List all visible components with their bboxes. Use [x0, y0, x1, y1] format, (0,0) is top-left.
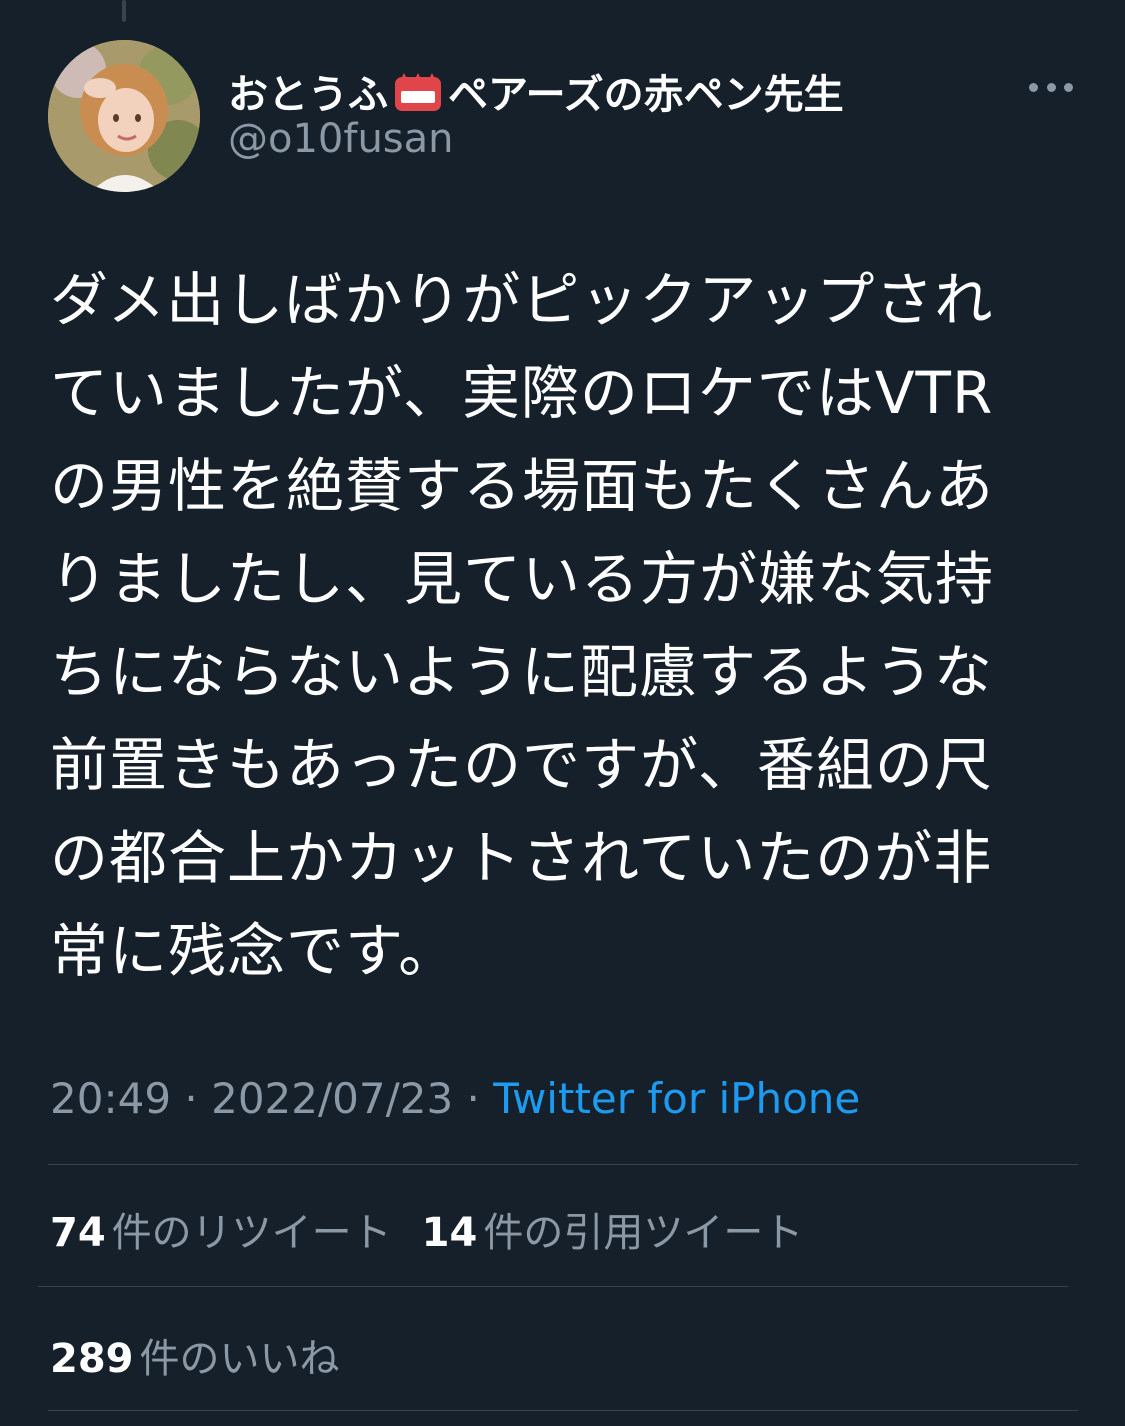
- tweet-text-line: ダメ出しばかりがピックアップされ: [50, 266, 994, 334]
- tweet-source-link[interactable]: Twitter for iPhone: [493, 1074, 860, 1123]
- tweet-text-line: 常に残念です。: [50, 917, 458, 985]
- likes-label: 件のいいね: [139, 1336, 340, 1382]
- quotes-count: 14: [421, 1210, 478, 1256]
- divider: [48, 1410, 1078, 1411]
- stats-row-retweets: 74 件のリツイート 14 件の引用ツイート: [50, 1200, 833, 1258]
- more-options-icon[interactable]: [1029, 70, 1073, 104]
- tweet-date[interactable]: 2022/07/23: [211, 1074, 453, 1123]
- retweets-count: 74: [50, 1210, 106, 1256]
- divider: [38, 1286, 1068, 1287]
- red-pen-crown-icon: [392, 69, 444, 113]
- quotes-label: 件の引用ツイート: [483, 1210, 804, 1256]
- tweet-text-line: ていましたが、実際のロケではVTR: [50, 359, 994, 427]
- likes-stat[interactable]: 289 件のいいね: [50, 1326, 340, 1384]
- avatar-photo: [48, 40, 200, 192]
- quotes-stat[interactable]: 14 件の引用ツイート: [422, 1200, 804, 1258]
- tweet-text-line: の都合上かカットされていたのが非: [50, 824, 993, 892]
- display-name-prefix: おとうふ: [228, 72, 388, 118]
- likes-count: 289: [50, 1336, 134, 1382]
- tweet-text-line: ちにならないように配慮するような: [50, 638, 993, 706]
- meta-separator: ·: [453, 1074, 494, 1123]
- tweet-text-line: の男性を絶賛する場面もたくさんあ: [50, 452, 995, 520]
- tweet-text: ダメ出しばかりがピックアップされ ていましたが、実際のロケではVTR の男性を絶…: [50, 254, 1060, 998]
- tweet-text-line: 前置きもあったのですが、番組の尺: [50, 731, 993, 799]
- retweets-label: 件のリツイート: [111, 1210, 392, 1256]
- avatar[interactable]: [48, 40, 200, 192]
- thread-connector-line: [122, 0, 126, 22]
- user-handle[interactable]: @o10fusan: [228, 116, 454, 162]
- stats-row-likes: 289 件のいいね: [50, 1326, 370, 1384]
- retweets-stat[interactable]: 74 件のリツイート: [50, 1200, 392, 1258]
- divider: [48, 1164, 1078, 1165]
- tweet-text-line: りましたし、見ている方が嫌な気持: [50, 545, 995, 613]
- tweet-time[interactable]: 20:49: [50, 1074, 171, 1123]
- tweet-meta: 20:49 · 2022/07/23 · Twitter for iPhone: [50, 1074, 860, 1123]
- display-name-suffix: ペアーズの赤ペン先生: [448, 72, 844, 118]
- meta-separator: ·: [171, 1074, 212, 1123]
- display-name[interactable]: おとうふ ペアーズの赤ペン先生: [228, 62, 844, 120]
